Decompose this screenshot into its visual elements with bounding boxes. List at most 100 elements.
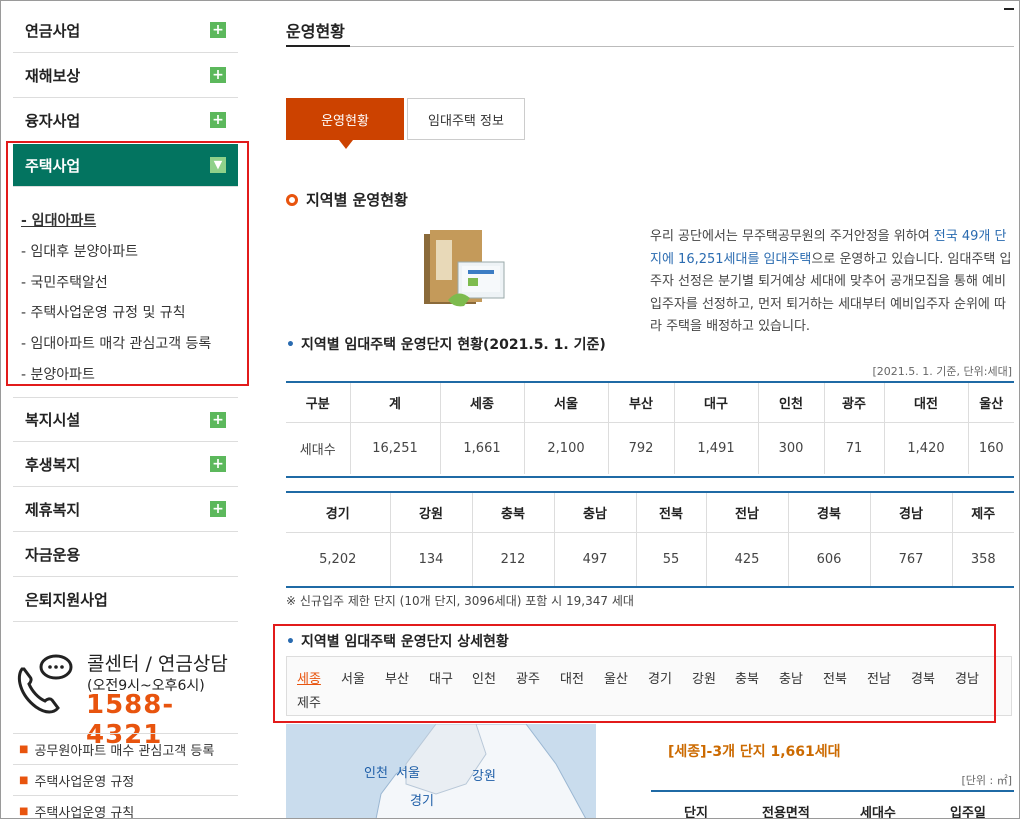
table-unit: [2021.5. 1. 기준, 단위:세대] xyxy=(872,365,1012,378)
menu-welfare-facility[interactable]: 복지시설 + xyxy=(13,397,238,443)
td: 212 xyxy=(472,532,555,586)
table-top-border xyxy=(651,790,1014,792)
callcenter: 콜센터 / 연금상담 (오전9시~오후6시) 1588-4321 xyxy=(12,645,242,750)
menu-fund[interactable]: 자금운용 xyxy=(13,532,238,578)
map-label[interactable]: 서울 xyxy=(396,762,420,781)
menu-partner-welfare[interactable]: 제휴복지 + xyxy=(13,487,238,533)
menu-pension[interactable]: 연금사업 + xyxy=(13,8,238,53)
tab-rental-info[interactable]: 임대주택 정보 xyxy=(407,98,525,140)
page-title: 운영현황 xyxy=(286,22,345,41)
map-label[interactable]: 강원 xyxy=(472,765,496,784)
th: 세대수 xyxy=(860,806,896,819)
td: 세대수 xyxy=(286,422,351,474)
th: 인천 xyxy=(758,383,825,423)
table-title-text: 지역별 임대주택 운영단지 현황(2021.5. 1. 기준) xyxy=(300,337,606,353)
stats-table-2: 경기 강원 충북 충남 전북 전남 경북 경남 제주 5,202 134 212… xyxy=(286,493,1014,586)
menu-label: 연금사업 xyxy=(25,21,81,40)
menu-label: 복지시설 xyxy=(25,411,81,430)
menu-benefits[interactable]: 후생복지 + xyxy=(13,442,238,488)
menu-label: 은퇴지원사업 xyxy=(25,590,108,609)
menu-retirement[interactable]: 은퇴지원사업 xyxy=(13,577,238,623)
quick-link[interactable]: ■ 공무원아파트 매수 관심고객 등록 xyxy=(13,733,238,764)
menu-label: 재해보상 xyxy=(25,66,81,85)
intro-text: 우리 공단에서는 무주택공무원의 주거안정을 위하여 전국 49개 단지에 16… xyxy=(650,226,1012,339)
plus-icon[interactable]: + xyxy=(210,112,226,128)
binder-illustration-icon xyxy=(424,230,505,307)
highlight-box xyxy=(273,624,996,723)
table-title: • 지역별 임대주택 운영단지 현황(2021.5. 1. 기준) xyxy=(286,334,606,354)
th: 단지 xyxy=(684,806,708,819)
td: 1,661 xyxy=(440,422,525,474)
th: 전용면적 xyxy=(762,806,810,819)
td: 1,491 xyxy=(674,422,759,474)
plus-icon[interactable]: + xyxy=(210,412,226,429)
td: 5,202 xyxy=(286,532,391,586)
note-text: ※ 신규입주 제한 단지 (10개 단지, 3096세대) 포함 시 19,34… xyxy=(286,594,634,608)
map-label[interactable]: 인천 xyxy=(364,762,388,781)
plus-icon[interactable]: + xyxy=(210,501,226,518)
td: 606 xyxy=(788,532,871,586)
td: 160 xyxy=(978,440,1004,456)
bullet-icon: ■ xyxy=(19,805,29,817)
section-title-text: 지역별 운영현황 xyxy=(306,191,408,209)
quick-link[interactable]: ■ 주택사업운영 규정 xyxy=(13,764,238,795)
th: 충남 xyxy=(554,493,637,533)
bullet-icon: ■ xyxy=(19,743,29,755)
quick-link-label: 공무원아파트 매수 관심고객 등록 xyxy=(34,743,215,759)
th: 입주일 xyxy=(950,806,986,819)
th: 대전 xyxy=(884,383,969,423)
th: 광주 xyxy=(824,383,885,423)
tab-operation-status[interactable]: 운영현황 xyxy=(286,98,404,149)
table-bottom-border xyxy=(286,476,1014,478)
th: 경기 xyxy=(286,493,391,533)
th: 세종 xyxy=(440,383,525,423)
td: 55 xyxy=(636,532,707,586)
plus-icon[interactable]: + xyxy=(210,22,226,38)
quick-link-label: 주택사업운영 규칙 xyxy=(34,805,135,819)
th: 구분 xyxy=(286,383,351,423)
quick-links: ■ 공무원아파트 매수 관심고객 등록 ■ 주택사업운영 규정 ■ 주택사업운영 규칙 xyxy=(13,733,238,819)
menu-loan[interactable]: 융자사업 + xyxy=(13,98,238,143)
menu-label: 자금운용 xyxy=(25,545,81,564)
td: 497 xyxy=(554,532,637,586)
plus-icon[interactable]: + xyxy=(210,67,226,83)
th: 울산 xyxy=(968,383,1014,423)
menu-label: 융자사업 xyxy=(25,111,81,130)
th: 전남 xyxy=(706,493,789,533)
td: 792 xyxy=(608,422,675,474)
td: 134 xyxy=(390,532,473,586)
th: 제주 xyxy=(952,493,1014,533)
divider xyxy=(1004,8,1014,10)
th: 경남 xyxy=(870,493,953,533)
td: 300 xyxy=(758,422,825,474)
td: 1,420 xyxy=(884,422,969,474)
quick-link-label: 주택사업운영 규정 xyxy=(34,774,135,790)
map-label[interactable]: 경기 xyxy=(410,790,434,809)
menu-disaster[interactable]: 재해보상 + xyxy=(13,53,238,98)
highlight-box xyxy=(6,141,249,386)
table-row: 5,202 134 212 497 55 425 606 767 358 xyxy=(286,532,1014,586)
td: 358 xyxy=(970,551,996,567)
menu-label: 제휴복지 xyxy=(25,500,81,519)
th: 대구 xyxy=(674,383,759,423)
stats-table-1: 구분 계 세종 서울 부산 대구 인천 광주 대전 울산 세대수 16,251 … xyxy=(286,383,1014,474)
td: 16,251 xyxy=(350,422,441,474)
th: 경북 xyxy=(788,493,871,533)
td: 71 xyxy=(824,422,885,474)
map-shape xyxy=(375,724,587,819)
th: 부산 xyxy=(608,383,675,423)
td: 2,100 xyxy=(524,422,609,474)
table-row: 세대수 16,251 1,661 2,100 792 1,491 300 71 … xyxy=(286,422,1014,474)
table-bottom-border xyxy=(286,586,1014,588)
th: 강원 xyxy=(390,493,473,533)
th: 서울 xyxy=(524,383,609,423)
bullet-icon: ■ xyxy=(19,774,29,786)
korea-map[interactable]: 인천 서울 강원 경기 xyxy=(286,724,596,819)
table-header-row: 경기 강원 충북 충남 전북 전남 경북 경남 제주 xyxy=(286,493,1014,533)
th: 충북 xyxy=(472,493,555,533)
phone-chat-icon xyxy=(17,654,73,714)
quick-link[interactable]: ■ 주택사업운영 규칙 xyxy=(13,795,238,819)
plus-icon[interactable]: + xyxy=(210,456,226,473)
intro-part: 우리 공단에서는 무주택공무원의 주거안정을 위하여 xyxy=(650,229,934,244)
td: 767 xyxy=(870,532,953,586)
